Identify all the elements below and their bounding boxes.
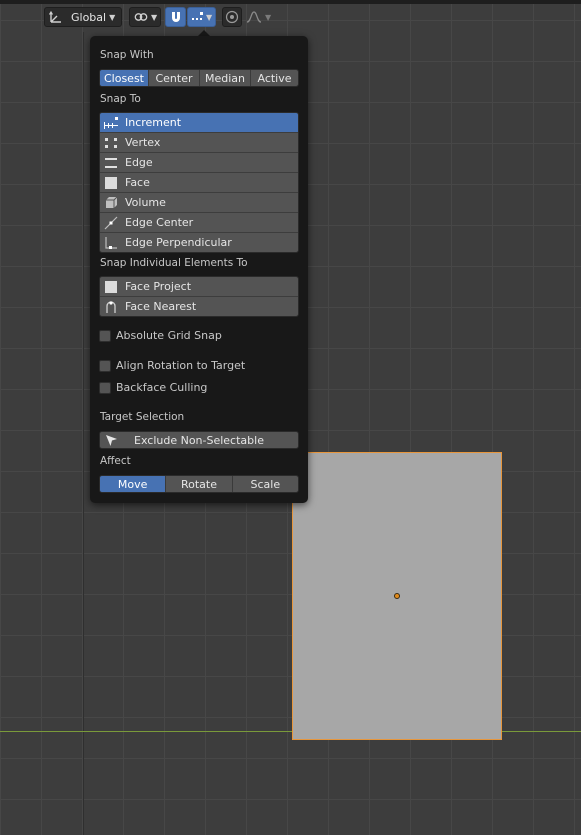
- snap-with-selector: Closest Center Median Active: [99, 69, 299, 87]
- snap-to-increment[interactable]: Increment: [100, 113, 298, 133]
- face-icon: [104, 176, 118, 190]
- snap-with-median[interactable]: Median: [200, 70, 251, 86]
- chevron-down-icon: ▼: [206, 12, 213, 22]
- chevron-down-icon: ▼: [151, 12, 158, 22]
- align-rotation-label: Align Rotation to Target: [116, 359, 246, 372]
- snap-to-face[interactable]: Face: [100, 173, 298, 193]
- increment-icon: [104, 116, 118, 130]
- snap-to-volume[interactable]: Volume: [100, 193, 298, 213]
- chevron-down-icon: ▼: [109, 12, 116, 22]
- snap-to-edge[interactable]: Edge: [100, 153, 298, 173]
- checkbox-box[interactable]: [99, 381, 111, 394]
- viewport-header: Global ▼ ▼ ▼ ▼: [0, 4, 581, 32]
- align-rotation-checkbox[interactable]: Align Rotation to Target: [99, 359, 245, 372]
- snap-with-label: Snap With: [100, 49, 154, 61]
- exclude-non-selectable-label: Exclude Non-Selectable: [134, 433, 264, 447]
- proportional-edit-button[interactable]: [222, 7, 242, 27]
- backface-culling-label: Backface Culling: [116, 381, 208, 394]
- snap-face-project[interactable]: Face Project: [100, 277, 298, 297]
- snap-face-nearest-label: Face Nearest: [125, 300, 197, 313]
- edge-center-icon: [104, 216, 118, 230]
- affect-scale[interactable]: Scale: [232, 476, 298, 492]
- exclude-non-selectable-button[interactable]: Exclude Non-Selectable: [99, 431, 299, 449]
- snap-face-project-label: Face Project: [125, 280, 192, 293]
- snap-increment-icon: [191, 10, 205, 24]
- snap-individual-list: Face Project Face Nearest: [99, 276, 299, 317]
- vertex-icon: [104, 136, 118, 150]
- pivot-point-dropdown[interactable]: ▼: [129, 7, 161, 27]
- absolute-grid-snap-label: Absolute Grid Snap: [116, 329, 222, 342]
- snapping-popover: Snap With Closest Center Median Active S…: [90, 36, 308, 503]
- edge-icon: [104, 156, 118, 170]
- snap-to-edge-center[interactable]: Edge Center: [100, 213, 298, 233]
- face-nearest-icon: [104, 300, 118, 314]
- snap-toggle-button[interactable]: [165, 7, 186, 27]
- falloff-dropdown[interactable]: ▼: [243, 7, 273, 27]
- affect-selector: Move Rotate Scale: [99, 475, 299, 493]
- affect-move[interactable]: Move: [100, 476, 167, 492]
- snap-to-vertex-label: Vertex: [125, 136, 161, 149]
- affect-rotate[interactable]: Rotate: [166, 476, 233, 492]
- snap-to-vertex[interactable]: Vertex: [100, 133, 298, 153]
- edge-perpendicular-icon: [104, 236, 118, 250]
- snap-to-list: Increment Vertex Edge Face Volume Edge C…: [99, 112, 299, 253]
- snap-to-edge-center-label: Edge Center: [125, 216, 194, 229]
- cursor-arrow-icon: [105, 434, 118, 447]
- proportional-edit-icon: [225, 10, 239, 24]
- viewport-axis-y: [83, 32, 84, 835]
- object-origin: [394, 593, 400, 599]
- checkbox-box[interactable]: [99, 329, 111, 342]
- falloff-curve-icon: [246, 10, 262, 24]
- snap-with-closest[interactable]: Closest: [100, 70, 149, 86]
- snap-to-volume-label: Volume: [125, 196, 166, 209]
- volume-icon: [104, 196, 118, 210]
- snap-to-edge-perpendicular-label: Edge Perpendicular: [125, 236, 232, 249]
- affect-label: Affect: [100, 455, 131, 467]
- snap-face-nearest[interactable]: Face Nearest: [100, 297, 298, 316]
- transform-orientation-icon: [49, 10, 63, 24]
- chevron-down-icon: ▼: [265, 12, 272, 22]
- snap-with-active[interactable]: Active: [251, 70, 298, 86]
- absolute-grid-snap-checkbox[interactable]: Absolute Grid Snap: [99, 329, 222, 342]
- orientation-dropdown[interactable]: Global ▼: [44, 7, 122, 27]
- backface-culling-checkbox[interactable]: Backface Culling: [99, 381, 207, 394]
- snap-individual-label: Snap Individual Elements To: [100, 257, 248, 269]
- snap-to-face-label: Face: [125, 176, 150, 189]
- snap-to-increment-label: Increment: [125, 116, 182, 129]
- face-project-icon: [104, 280, 118, 294]
- snap-with-center[interactable]: Center: [149, 70, 200, 86]
- snap-to-label: Snap To: [100, 93, 141, 105]
- checkbox-box[interactable]: [99, 359, 111, 372]
- snap-element-dropdown[interactable]: ▼: [187, 7, 216, 27]
- orientation-value: Global: [71, 10, 107, 24]
- target-selection-label: Target Selection: [100, 411, 185, 423]
- snap-to-edge-label: Edge: [125, 156, 153, 169]
- snap-magnet-icon: [169, 10, 183, 24]
- pivot-link-icon: [134, 10, 148, 24]
- snap-to-edge-perpendicular[interactable]: Edge Perpendicular: [100, 233, 298, 252]
